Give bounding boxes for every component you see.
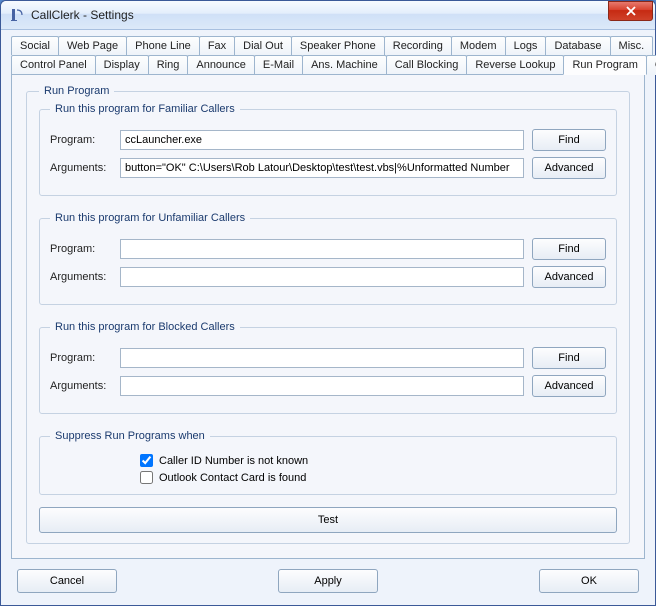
- tab-reverse-lookup[interactable]: Reverse Lookup: [466, 55, 564, 75]
- tab-logs[interactable]: Logs: [505, 36, 547, 55]
- apply-button[interactable]: Apply: [278, 569, 378, 593]
- tab-database[interactable]: Database: [545, 36, 610, 55]
- blocked-advanced-button[interactable]: Advanced: [532, 375, 606, 397]
- group-suppress: Suppress Run Programs when Caller ID Num…: [39, 430, 617, 495]
- tab-strip: SocialWeb PagePhone LineFaxDial OutSpeak…: [11, 36, 645, 75]
- familiar-advanced-button[interactable]: Advanced: [532, 157, 606, 179]
- group-run-program: Run Program Run this program for Familia…: [26, 85, 630, 544]
- group-familiar: Run this program for Familiar Callers Pr…: [39, 103, 617, 196]
- blocked-arguments-input[interactable]: [120, 376, 524, 396]
- cancel-button[interactable]: Cancel: [17, 569, 117, 593]
- suppress-callerid-checkbox[interactable]: [140, 454, 153, 467]
- suppress-callerid-label[interactable]: Caller ID Number is not known: [159, 455, 308, 467]
- group-unfamiliar-legend: Run this program for Unfamiliar Callers: [50, 212, 250, 224]
- tab-announce[interactable]: Announce: [187, 55, 255, 75]
- tab-call-blocking[interactable]: Call Blocking: [386, 55, 468, 75]
- tab-run-program[interactable]: Run Program: [563, 55, 646, 75]
- close-icon: [625, 6, 637, 16]
- tab-social[interactable]: Social: [11, 36, 59, 55]
- blocked-find-button[interactable]: Find: [532, 347, 606, 369]
- tab-display[interactable]: Display: [95, 55, 149, 75]
- test-button[interactable]: Test: [39, 507, 617, 533]
- unfamiliar-find-button[interactable]: Find: [532, 238, 606, 260]
- ok-button[interactable]: OK: [539, 569, 639, 593]
- familiar-arguments-label: Arguments:: [50, 162, 112, 174]
- familiar-find-button[interactable]: Find: [532, 129, 606, 151]
- group-familiar-legend: Run this program for Familiar Callers: [50, 103, 240, 115]
- blocked-program-label: Program:: [50, 352, 112, 364]
- tab-control-panel[interactable]: Control Panel: [11, 55, 96, 75]
- unfamiliar-arguments-input[interactable]: [120, 267, 524, 287]
- settings-window: CallClerk - Settings SocialWeb PagePhone…: [0, 0, 656, 606]
- tab-fax[interactable]: Fax: [199, 36, 235, 55]
- tab-dial-out[interactable]: Dial Out: [234, 36, 292, 55]
- unfamiliar-program-label: Program:: [50, 243, 112, 255]
- blocked-arguments-label: Arguments:: [50, 380, 112, 392]
- titlebar: CallClerk - Settings: [1, 1, 655, 30]
- dialog-button-bar: Cancel Apply OK: [11, 559, 645, 597]
- suppress-outlook-checkbox[interactable]: [140, 471, 153, 484]
- app-icon: [9, 7, 25, 23]
- tab-modem[interactable]: Modem: [451, 36, 506, 55]
- close-button[interactable]: [608, 1, 653, 21]
- tab-web-page[interactable]: Web Page: [58, 36, 127, 55]
- familiar-program-input[interactable]: [120, 130, 524, 150]
- tab-recording[interactable]: Recording: [384, 36, 452, 55]
- unfamiliar-advanced-button[interactable]: Advanced: [532, 266, 606, 288]
- content-area: SocialWeb PagePhone LineFaxDial OutSpeak…: [1, 30, 655, 605]
- tab-body-run-program: Run Program Run this program for Familia…: [11, 74, 645, 559]
- group-suppress-legend: Suppress Run Programs when: [50, 430, 210, 442]
- familiar-arguments-input[interactable]: [120, 158, 524, 178]
- unfamiliar-program-input[interactable]: [120, 239, 524, 259]
- tab-phone-line[interactable]: Phone Line: [126, 36, 200, 55]
- group-unfamiliar: Run this program for Unfamiliar Callers …: [39, 212, 617, 305]
- tab-ring[interactable]: Ring: [148, 55, 189, 75]
- tab-outlook[interactable]: Outlook: [646, 55, 656, 75]
- tab-e-mail[interactable]: E-Mail: [254, 55, 303, 75]
- blocked-program-input[interactable]: [120, 348, 524, 368]
- suppress-outlook-label[interactable]: Outlook Contact Card is found: [159, 472, 306, 484]
- group-blocked: Run this program for Blocked Callers Pro…: [39, 321, 617, 414]
- unfamiliar-arguments-label: Arguments:: [50, 271, 112, 283]
- group-blocked-legend: Run this program for Blocked Callers: [50, 321, 240, 333]
- group-run-program-legend: Run Program: [39, 85, 114, 97]
- window-title: CallClerk - Settings: [31, 8, 608, 22]
- tab-misc-[interactable]: Misc.: [610, 36, 654, 55]
- tab-ans-machine[interactable]: Ans. Machine: [302, 55, 387, 75]
- tab-speaker-phone[interactable]: Speaker Phone: [291, 36, 385, 55]
- familiar-program-label: Program:: [50, 134, 112, 146]
